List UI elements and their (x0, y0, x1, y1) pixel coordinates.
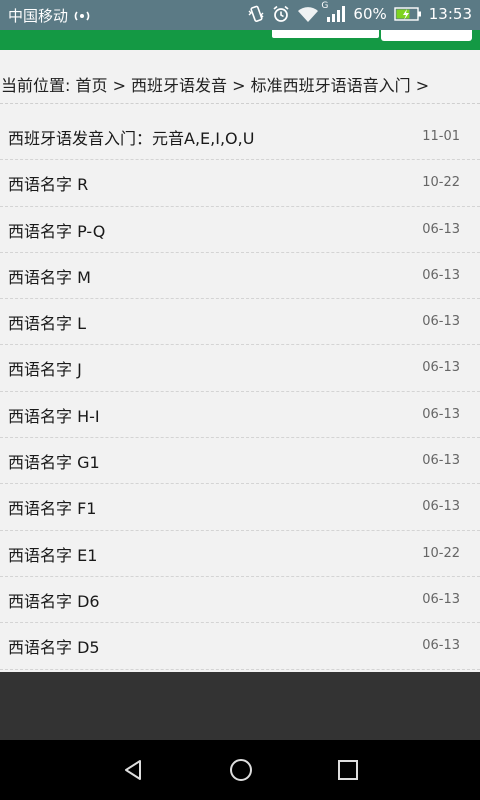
article-title[interactable]: 西语名字 H-I (8, 403, 100, 427)
article-title[interactable]: 西语名字 F1 (8, 495, 96, 519)
article-title[interactable]: 西语名字 M (8, 264, 91, 288)
article-date: 11-01 (422, 129, 460, 144)
article-date: 06-13 (422, 591, 460, 607)
carrier-name: 中国移动 (8, 7, 69, 25)
battery-icon (394, 6, 422, 22)
list-item[interactable]: 西语名字 E1 10-22 (0, 531, 480, 577)
alarm-icon (272, 5, 290, 23)
list-item[interactable]: 西语名字 J 06-13 (0, 345, 480, 392)
article-title[interactable]: 西语名字 D5 (8, 634, 100, 658)
article-date: 10-22 (422, 545, 460, 561)
article-date: 10-22 (422, 175, 460, 191)
article-title[interactable]: 西语名字 G1 (8, 449, 100, 473)
network-type-label: G (321, 1, 329, 11)
article-date: 06-13 (422, 221, 460, 237)
article-title[interactable]: 西语名字 D6 (8, 588, 100, 612)
bottom-dark-panel (0, 672, 480, 740)
list-item[interactable]: 西语名字 L 06-13 (0, 299, 480, 346)
list-item[interactable]: 西语名字 H-I 06-13 (0, 392, 480, 439)
article-date: 06-13 (422, 453, 460, 469)
home-icon[interactable] (226, 756, 256, 784)
article-title[interactable]: 西语名字 P-Q (8, 218, 105, 242)
status-bar: 中国移动 G 60% 13:53 (0, 0, 480, 30)
article-title[interactable]: 西语名字 J (8, 356, 82, 380)
article-title[interactable]: 西语名字 L (8, 310, 86, 334)
article-date: 06-13 (422, 314, 460, 330)
list-item[interactable]: 西语名字 M 06-13 (0, 253, 480, 300)
clock-time: 13:53 (428, 5, 472, 23)
search-button[interactable] (381, 30, 472, 41)
navigation-bar (0, 740, 480, 800)
list-item[interactable]: 西语名字 D5 06-13 (0, 623, 480, 670)
article-date: 06-13 (422, 638, 460, 654)
breadcrumb-divider (0, 103, 480, 104)
back-icon[interactable] (118, 756, 148, 784)
list-item[interactable]: 西语名字 R 10-22 (0, 160, 480, 207)
app-header (0, 30, 480, 50)
nfc-icon (74, 9, 90, 23)
article-list: 西班牙语发音入门：元音A,E,I,O,U 11-01 西语名字 R 10-22 … (0, 114, 480, 670)
list-item[interactable]: 西语名字 G1 06-13 (0, 438, 480, 485)
search-input[interactable] (272, 30, 379, 38)
article-date: 06-13 (422, 360, 460, 376)
article-date: 06-13 (422, 499, 460, 515)
list-item[interactable]: 西语名字 D6 06-13 (0, 577, 480, 624)
breadcrumb: 当前位置: 首页 > 西班牙语发音 > 标准西班牙语语音入门 > (1, 76, 430, 95)
vibrate-icon (247, 5, 265, 23)
article-title[interactable]: 西语名字 R (8, 171, 88, 195)
recents-icon[interactable] (333, 756, 363, 784)
article-title[interactable]: 西语名字 E1 (8, 542, 97, 566)
signal-icon: G (321, 1, 346, 22)
article-date: 06-13 (422, 406, 460, 422)
wifi-icon (297, 6, 319, 22)
list-item[interactable]: 西语名字 P-Q 06-13 (0, 207, 480, 253)
list-item[interactable]: 西语名字 F1 06-13 (0, 484, 480, 531)
article-date: 06-13 (422, 267, 460, 283)
battery-percent: 60% (353, 5, 387, 23)
list-item[interactable]: 西班牙语发音入门：元音A,E,I,O,U 11-01 (0, 114, 480, 161)
article-title[interactable]: 西班牙语发音入门：元音A,E,I,O,U (8, 125, 254, 149)
